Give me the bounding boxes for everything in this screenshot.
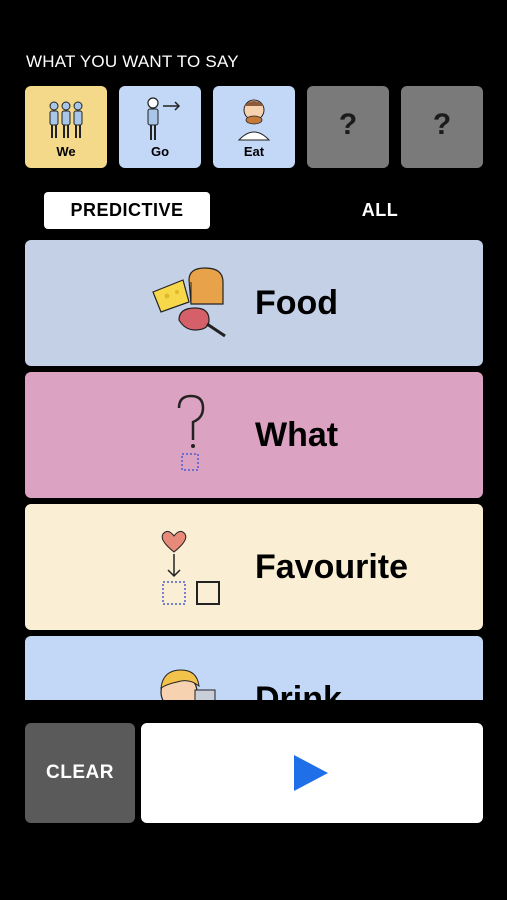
phrase-tile-eat[interactable]: Eat: [213, 86, 295, 168]
phrase-tile-label: Go: [150, 144, 170, 159]
heart-arrow-icon: [149, 526, 231, 608]
play-button[interactable]: [141, 723, 483, 823]
category-what[interactable]: What: [25, 372, 483, 498]
tab-all[interactable]: ALL: [320, 192, 440, 229]
play-icon: [294, 755, 328, 791]
phrase-tile-empty-1[interactable]: ?: [307, 86, 389, 168]
tab-predictive[interactable]: PREDICTIVE: [44, 192, 210, 229]
question-mark-icon: [149, 394, 231, 476]
category-label: What: [255, 416, 339, 454]
phrase-tile-go[interactable]: Go: [119, 86, 201, 168]
header-label: WHAT YOU WANT TO SAY: [26, 52, 239, 71]
food-icon: [149, 262, 231, 344]
category-label: Drink: [255, 680, 342, 700]
phrase-tile-label: Eat: [243, 144, 265, 159]
question-icon: ?: [338, 108, 358, 141]
walking-person-icon: [119, 94, 201, 144]
clear-button[interactable]: CLEAR: [25, 723, 135, 823]
people-icon: [25, 94, 107, 144]
category-food[interactable]: Food: [25, 240, 483, 366]
drinking-person-icon: [149, 658, 231, 700]
category-list[interactable]: Food What Favourite Drink: [25, 240, 483, 700]
category-drink[interactable]: Drink: [25, 636, 483, 700]
category-label: Favourite: [255, 548, 409, 586]
phrase-tile-label: We: [56, 144, 76, 159]
question-icon: ?: [432, 108, 452, 141]
phrase-tile-empty-2[interactable]: ?: [401, 86, 483, 168]
eating-person-icon: [213, 94, 295, 144]
category-label: Food: [255, 284, 339, 322]
phrase-tile-we[interactable]: We: [25, 86, 107, 168]
category-favourite[interactable]: Favourite: [25, 504, 483, 630]
